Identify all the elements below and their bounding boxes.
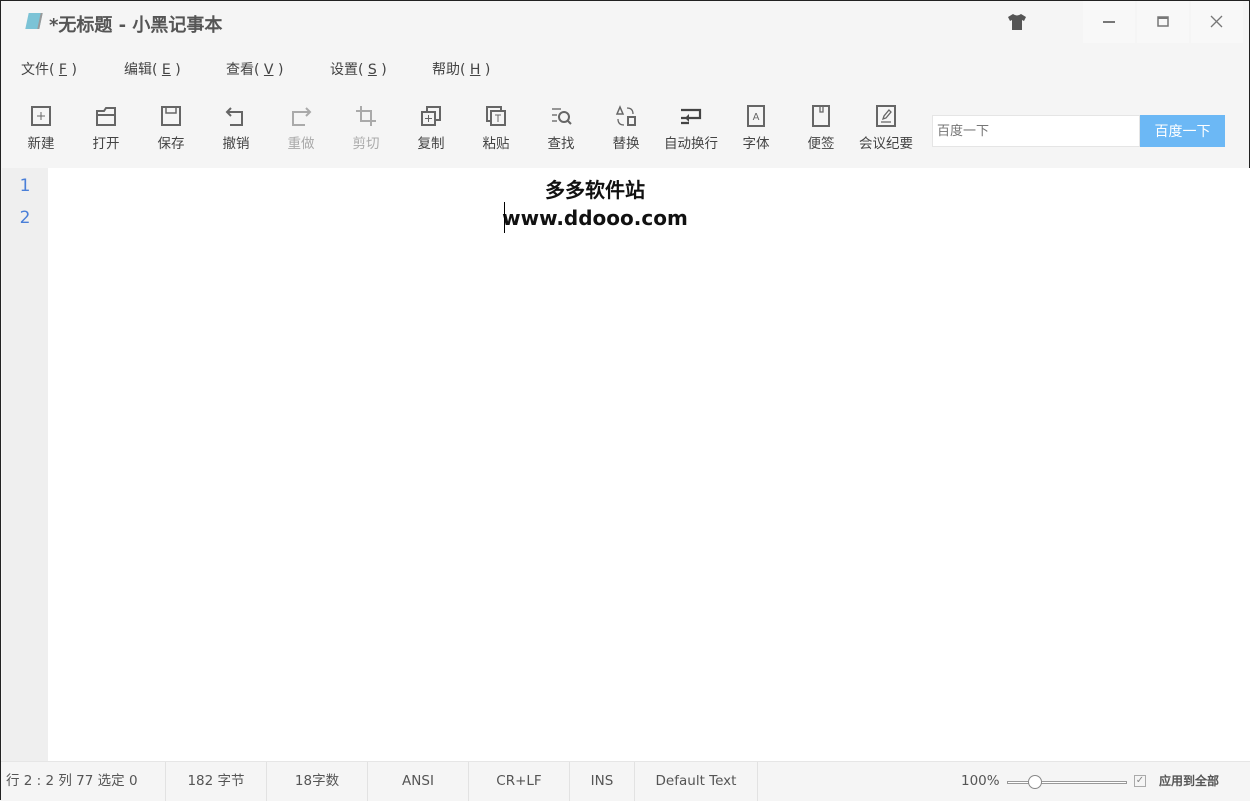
toolbar-label: 撤销 (222, 136, 250, 152)
menu-label: 文件( (21, 62, 55, 78)
note-icon (812, 105, 830, 127)
menu-edit[interactable]: 编辑( E ) (124, 59, 181, 79)
editor-line: www.ddooo.com (502, 206, 688, 230)
zoom-slider-knob[interactable] (1028, 775, 1042, 789)
redo-button[interactable]: 重做 (269, 105, 333, 152)
font-icon: A (747, 105, 765, 127)
copy-button[interactable]: 复制 (399, 105, 463, 152)
menu-file[interactable]: 文件( F ) (21, 59, 77, 79)
new-file-icon (31, 106, 51, 126)
menu-key: F (58, 62, 67, 78)
baidu-search-input[interactable] (932, 115, 1140, 147)
meeting-minutes-button[interactable]: 会议纪要 (854, 105, 918, 152)
menu-view[interactable]: 查看( V ) (226, 59, 283, 79)
menu-end: ) (277, 62, 284, 78)
toolbar-label: 复制 (417, 136, 445, 152)
undo-icon (225, 107, 243, 126)
toolbar-label: 自动换行 (664, 136, 718, 152)
toolbar-label: 会议纪要 (859, 136, 913, 152)
text-editor[interactable]: 多多软件站 www.ddooo.com (48, 168, 1250, 761)
menu-end: ) (71, 62, 77, 78)
open-button[interactable]: 打开 (74, 105, 138, 152)
toolbar-label: 替换 (612, 136, 640, 152)
encoding[interactable]: ANSI (368, 762, 469, 801)
zoom-level: 100% (961, 773, 1000, 789)
crop-cut-icon (356, 106, 376, 126)
line-ending[interactable]: CR+LF (469, 762, 570, 801)
byte-count: 182 字节 (166, 762, 267, 801)
insert-mode[interactable]: INS (570, 762, 635, 801)
svg-text:A: A (753, 112, 760, 123)
find-icon (552, 108, 572, 125)
title-bar: *无标题 - 小黑记事本 (1, 1, 1250, 45)
copy-icon (421, 106, 441, 126)
text-caret (504, 202, 505, 233)
menu-end: ) (381, 62, 387, 78)
paste-icon (486, 106, 506, 126)
find-button[interactable]: 查找 (529, 105, 593, 152)
minimize-button[interactable] (1083, 1, 1135, 43)
menu-label: 帮助( (432, 62, 466, 78)
menu-end: ) (484, 62, 491, 78)
toolbar-label: 新建 (27, 136, 55, 152)
toolbar-label: 保存 (157, 136, 185, 152)
toolbar-label: 剪切 (352, 136, 380, 152)
toolbar-label: 粘贴 (482, 136, 510, 152)
editor-line: 多多软件站 (545, 178, 645, 202)
menu-key: V (263, 62, 274, 78)
menu-label: 设置( (330, 62, 364, 78)
toolbar-label: 便签 (807, 136, 835, 152)
sticky-note-button[interactable]: 便签 (789, 105, 853, 152)
line-number: 2 (19, 208, 31, 228)
menu-key: S (367, 62, 377, 78)
app-notebook-icon (25, 13, 43, 29)
cut-button[interactable]: 剪切 (334, 105, 398, 152)
menu-label: 编辑( (124, 62, 158, 78)
redo-icon (292, 107, 312, 126)
zoom-slider[interactable] (1007, 775, 1127, 789)
status-bar: 行 2 : 2 列 77 选定 0 182 字节 18字数 ANSI CR+LF… (1, 761, 1250, 801)
save-button[interactable]: 保存 (139, 105, 203, 152)
replace-button[interactable]: 替换 (594, 105, 658, 152)
wrap-icon (681, 108, 702, 125)
toolbar-label: 打开 (92, 136, 120, 152)
menu-help[interactable]: 帮助( H ) (432, 59, 490, 79)
menu-label: 查看( (226, 62, 260, 78)
minutes-icon (876, 105, 896, 127)
apply-all-checkbox[interactable]: ✓ (1134, 775, 1146, 787)
toolbar-label: 查找 (547, 136, 575, 152)
close-button[interactable] (1191, 1, 1243, 43)
menu-end: ) (175, 62, 181, 78)
toolbar-label: 字体 (742, 136, 770, 152)
font-button[interactable]: A 字体 (724, 105, 788, 152)
replace-icon (615, 105, 636, 126)
menu-settings[interactable]: 设置( S ) (330, 59, 387, 79)
menu-key: H (469, 62, 481, 78)
baidu-search-button[interactable]: 百度一下 (1140, 115, 1225, 147)
syntax-mode[interactable]: Default Text (635, 762, 758, 801)
save-icon (161, 106, 181, 126)
word-wrap-button[interactable]: 自动换行 (659, 105, 723, 152)
maximize-button[interactable] (1137, 1, 1189, 43)
window-title: *无标题 - 小黑记事本 (49, 15, 223, 36)
skin-shirt-icon[interactable] (1007, 13, 1027, 31)
cursor-position: 行 2 : 2 列 77 选定 0 (1, 762, 166, 801)
folder-icon (96, 107, 116, 126)
line-number: 1 (19, 176, 31, 196)
new-button[interactable]: 新建 (9, 105, 73, 152)
line-number-gutter: 1 2 (2, 168, 48, 761)
undo-button[interactable]: 撤销 (204, 105, 268, 152)
toolbar-label: 重做 (287, 136, 315, 152)
menu-key: E (161, 62, 171, 78)
char-count: 18字数 (267, 762, 368, 801)
apply-all-label: 应用到全部 (1159, 774, 1220, 788)
paste-button[interactable]: 粘贴 (464, 105, 528, 152)
